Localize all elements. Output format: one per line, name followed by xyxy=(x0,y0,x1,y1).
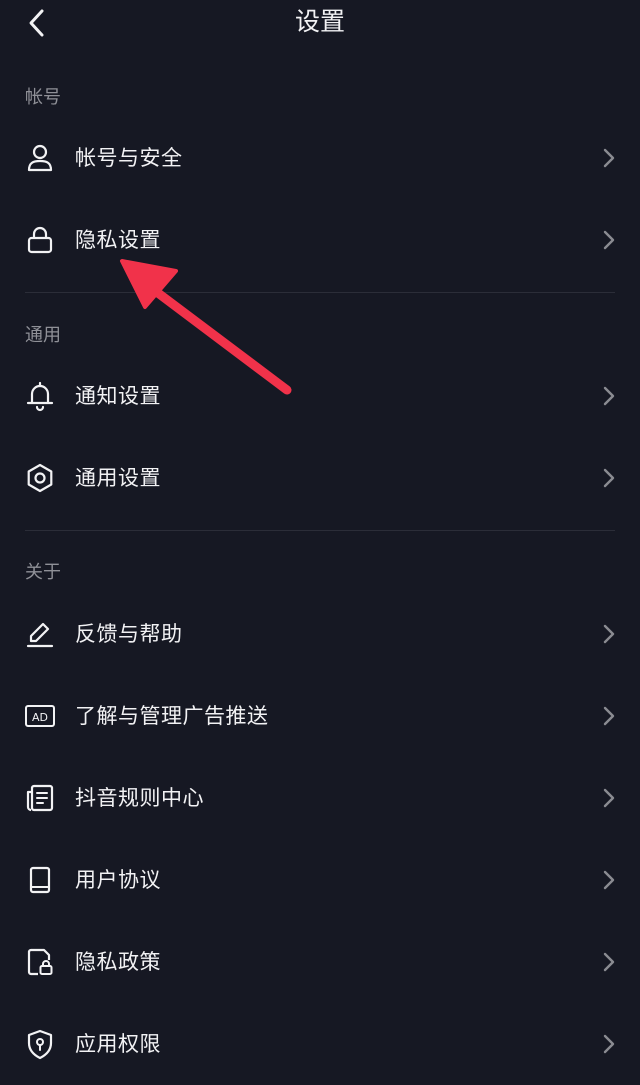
gear-icon xyxy=(24,462,56,494)
privacy-document-icon xyxy=(24,946,56,978)
book-icon xyxy=(24,864,56,896)
page-title: 设置 xyxy=(294,7,345,36)
document-list-icon xyxy=(24,782,56,814)
section-divider xyxy=(25,530,615,531)
menu-item-label: 应用权限 xyxy=(75,1032,161,1056)
menu-item-label: 通用设置 xyxy=(75,466,161,490)
menu-item-label: 隐私设置 xyxy=(75,228,161,252)
menu-item-general-settings[interactable]: 通用设置 xyxy=(0,437,640,519)
menu-item-account-security[interactable]: 帐号与安全 xyxy=(0,117,640,199)
menu-item-privacy-settings[interactable]: 隐私设置 xyxy=(0,199,640,281)
menu-item-feedback-help[interactable]: 反馈与帮助 xyxy=(0,593,640,675)
chevron-right-icon xyxy=(602,147,616,169)
menu-item-notification-settings[interactable]: 通知设置 xyxy=(0,355,640,437)
menu-item-label: 帐号与安全 xyxy=(75,146,183,170)
chevron-right-icon xyxy=(602,705,616,727)
shield-icon xyxy=(24,1028,56,1060)
chevron-right-icon xyxy=(602,623,616,645)
menu-item-app-permissions[interactable]: 应用权限 xyxy=(0,1003,640,1085)
menu-item-label: 通知设置 xyxy=(75,384,161,408)
menu-item-label: 用户协议 xyxy=(75,868,161,892)
menu-item-label: 抖音规则中心 xyxy=(75,786,204,810)
chevron-right-icon xyxy=(602,385,616,407)
menu-item-ad-management[interactable]: AD 了解与管理广告推送 xyxy=(0,675,640,757)
menu-item-user-agreement[interactable]: 用户协议 xyxy=(0,839,640,921)
user-icon xyxy=(24,142,56,174)
chevron-right-icon xyxy=(602,951,616,973)
section-title-general: 通用 xyxy=(25,325,61,346)
ad-icon-text: AD xyxy=(32,711,48,724)
section-title-about: 关于 xyxy=(25,562,61,583)
top-bar: 设置 xyxy=(0,0,640,46)
chevron-right-icon xyxy=(602,467,616,489)
menu-item-label: 了解与管理广告推送 xyxy=(75,704,269,728)
section-divider xyxy=(25,292,615,293)
menu-item-privacy-policy[interactable]: 隐私政策 xyxy=(0,921,640,1003)
chevron-right-icon xyxy=(602,229,616,251)
menu-item-label: 反馈与帮助 xyxy=(75,622,183,646)
section-title-account: 帐号 xyxy=(25,87,61,108)
chevron-right-icon xyxy=(602,869,616,891)
ad-icon: AD xyxy=(24,700,56,732)
chevron-right-icon xyxy=(602,1033,616,1055)
menu-item-rules-center[interactable]: 抖音规则中心 xyxy=(0,757,640,839)
lock-icon xyxy=(24,224,56,256)
chevron-right-icon xyxy=(602,787,616,809)
pencil-icon xyxy=(24,618,56,650)
bell-icon xyxy=(24,380,56,412)
menu-item-label: 隐私政策 xyxy=(75,950,161,974)
